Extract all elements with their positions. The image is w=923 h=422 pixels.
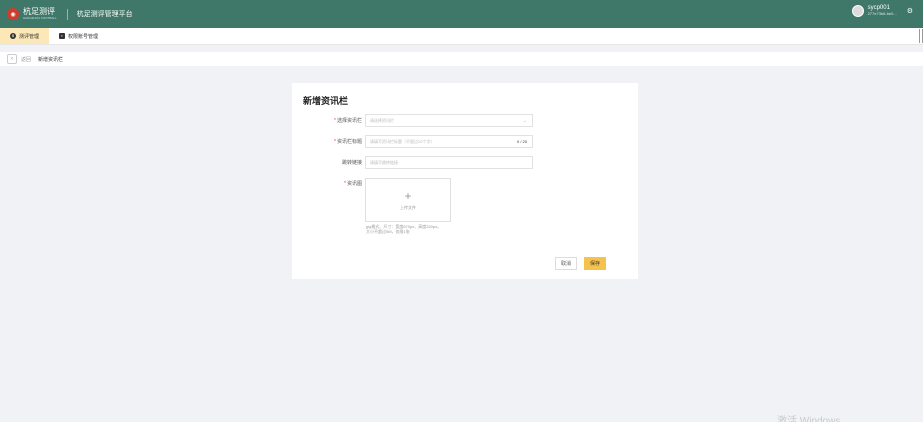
upload-text: 上传文件 (400, 204, 416, 210)
back-button[interactable]: ‹ (7, 54, 17, 64)
evaluation-icon: $ (10, 33, 16, 39)
tab-evaluation-management[interactable]: $ 测评管理 (0, 28, 50, 44)
category-label: *选择资讯栏 (334, 118, 362, 124)
menu-handle-icon[interactable] (919, 29, 923, 43)
category-select[interactable]: 请选择资讯栏 ⌄ (365, 114, 533, 127)
breadcrumb-current: 新增资讯栏 (38, 56, 64, 63)
chevron-down-icon: ⌄ (522, 117, 527, 124)
title-input[interactable]: 请填写资讯栏标题（不超过20个字） 0 / 20 (365, 135, 533, 148)
breadcrumb: ‹ 返回 新增资讯栏 (0, 52, 923, 66)
user-menu[interactable]: sycp001 277e73b6-be0... ⚙ (851, 5, 913, 17)
cancel-button[interactable]: 取消 (555, 257, 577, 270)
link-row: 跳转链接 请填写跳转链接 (292, 156, 638, 169)
page-title: 新增资讯栏 (303, 96, 349, 106)
windows-activation-watermark: 激活 Windows (777, 416, 841, 422)
upload-hint-line2: 大小不超过5M，仅限1张 (366, 229, 410, 234)
title-row: *资讯栏标题 请填写资讯栏标题（不超过20个字） 0 / 20 (292, 135, 638, 148)
category-placeholder: 请选择资讯栏 (370, 117, 394, 123)
tab-permission-account-management[interactable]: ▪ 权限账号管理 (49, 28, 108, 44)
link-placeholder: 请填写跳转链接 (370, 159, 398, 165)
plus-icon: + (404, 188, 412, 203)
top-navigation-bar: ◉ 杭足测评 HANGZHOU FOOTBALL 杭足测评管理平台 sycp00… (0, 0, 923, 28)
title-placeholder: 请填写资讯栏标题（不超过20个字） (370, 138, 435, 144)
tab-label: 权限账号管理 (68, 33, 99, 40)
account-icon: ▪ (59, 33, 66, 39)
title-label: *资讯栏标题 (334, 139, 362, 145)
header-divider (66, 8, 68, 20)
logo-icon: ◉ (7, 8, 19, 20)
logo[interactable]: 杭足测评 HANGZHOU FOOTBALL (23, 7, 57, 21)
category-row: *选择资讯栏 请选择资讯栏 ⌄ (292, 114, 638, 127)
image-row: *资讯图 + 上传文件 (292, 178, 638, 222)
character-counter: 0 / 20 (516, 139, 527, 144)
user-id: 277e73b6-be0... (867, 11, 897, 16)
upload-image-button[interactable]: + 上传文件 (365, 178, 451, 222)
platform-title: 杭足测评管理平台 (76, 11, 133, 18)
back-label[interactable]: 返回 (21, 56, 31, 63)
required-mark: * (334, 118, 336, 124)
logo-subtext: HANGZHOU FOOTBALL (23, 16, 57, 20)
module-tab-bar: $ 测评管理 ▪ 权限账号管理 (0, 28, 923, 45)
form-card: 新增资讯栏 *选择资讯栏 请选择资讯栏 ⌄ *资讯栏标题 请填写资讯栏标题（不超… (292, 83, 638, 279)
required-mark: * (344, 181, 346, 187)
image-label: *资讯图 (344, 181, 362, 187)
gear-icon[interactable]: ⚙ (907, 7, 913, 15)
required-mark: * (334, 139, 336, 145)
user-info[interactable]: sycp001 277e73b6-be0... (868, 5, 897, 17)
link-label: 跳转链接 (341, 160, 362, 166)
tab-label: 测评管理 (19, 33, 40, 40)
logo-text: 杭足测评 (23, 7, 55, 16)
link-input[interactable]: 请填写跳转链接 (365, 156, 533, 169)
avatar[interactable] (851, 5, 864, 17)
upload-hint: jpg格式、尺寸：宽度670px、高度320px。 大小不超过5M，仅限1张 (366, 224, 441, 234)
save-button[interactable]: 保存 (584, 257, 606, 270)
